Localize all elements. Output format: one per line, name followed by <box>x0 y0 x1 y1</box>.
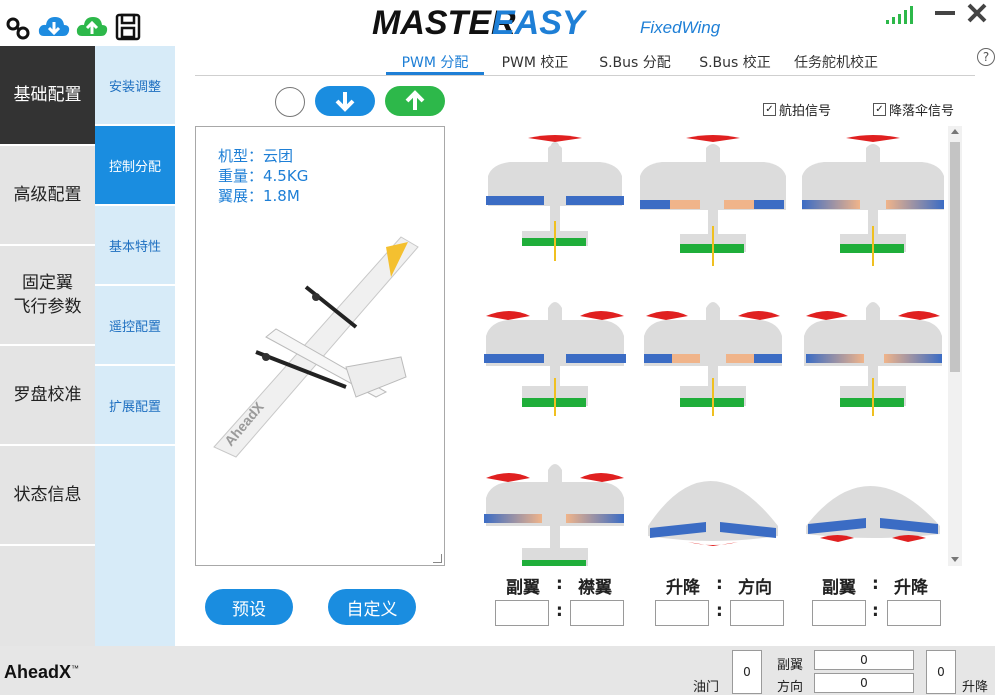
weight-label: 重量：4.5KG <box>218 167 309 185</box>
tab-servo-calibration[interactable]: 任务舵机校正 <box>790 52 882 74</box>
download-button[interactable] <box>315 86 375 116</box>
model-label: 机型：云团 <box>218 147 294 165</box>
cloud-upload-icon[interactable] <box>76 12 108 42</box>
brand-tm: ™ <box>71 664 80 673</box>
aircraft-panel: 机型：云团 重量：4.5KG 翼展：1.8M AheadX <box>195 126 445 566</box>
nav-item-advanced-config[interactable]: 高级配置 <box>0 146 95 246</box>
layout-option-2[interactable] <box>638 126 788 276</box>
left-nav: 基础配置 高级配置 固定翼 飞行参数 罗盘校准 状态信息 <box>0 46 95 646</box>
throttle-value: 0 <box>732 650 762 694</box>
checkbox-check-icon: ✓ <box>873 103 886 116</box>
resize-grip[interactable] <box>433 554 442 563</box>
tab-sbus-calibration[interactable]: S.Bus 校正 <box>692 52 778 74</box>
arrow-down-icon <box>335 92 355 112</box>
ratio2-left-input[interactable] <box>655 600 709 626</box>
nav-item-flight-params[interactable]: 固定翼 飞行参数 <box>0 246 95 346</box>
minimize-icon[interactable] <box>934 4 956 22</box>
layout-option-8[interactable] <box>638 456 788 566</box>
subnav-item-rc-config[interactable]: 遥控配置 <box>95 286 175 366</box>
sub-nav: 安装调整 控制分配 基本特性 遥控配置 扩展配置 <box>95 46 175 646</box>
save-icon[interactable] <box>114 12 144 42</box>
ratio3-left-label: 副翼 <box>822 578 856 598</box>
ratio2-input-colon: : <box>716 601 723 621</box>
subtitle-fixed: Fixed <box>640 18 682 37</box>
subtitle-wing: Wing <box>681 18 721 37</box>
subnav-item-basic-features[interactable]: 基本特性 <box>95 206 175 286</box>
title-easy: EASY <box>492 4 585 42</box>
tab-underline <box>195 75 975 76</box>
nav-item-basic-config[interactable]: 基础配置 <box>0 46 95 146</box>
rudder-label: 方向 <box>777 680 804 695</box>
ratio2-left-label: 升降 <box>666 578 700 598</box>
subnav-item-extended-config[interactable]: 扩展配置 <box>95 366 175 446</box>
aircraft-image: AheadX <box>213 236 419 458</box>
nav-item-status-info[interactable]: 状态信息 <box>0 446 95 546</box>
rudder-value: 0 <box>814 673 914 693</box>
aileron-value: 0 <box>814 650 914 670</box>
link-icon[interactable] <box>4 12 34 42</box>
ratio1-left-label: 副翼 <box>506 578 540 598</box>
signal-icon <box>884 6 916 24</box>
elevator-value: 0 <box>926 650 956 694</box>
ratio1-left-input[interactable] <box>495 600 549 626</box>
arrow-up-icon <box>405 90 425 110</box>
upload-button[interactable] <box>385 86 445 116</box>
tab-pwm-calibration[interactable]: PWM 校正 <box>492 52 578 74</box>
elevator-label: 升降 <box>962 680 989 695</box>
throttle-label: 油门 <box>693 680 720 695</box>
layout-option-7[interactable] <box>480 456 630 566</box>
tab-pwm-allocation[interactable]: PWM 分配 <box>386 52 484 75</box>
ratio3-colon: : <box>872 574 879 594</box>
close-icon[interactable] <box>966 2 988 24</box>
layout-option-5[interactable] <box>638 286 788 436</box>
subtitle: FixedWing <box>640 18 720 38</box>
layout-option-4[interactable] <box>480 286 630 436</box>
ratio2-right-input[interactable] <box>730 600 784 626</box>
tab-sbus-allocation[interactable]: S.Bus 分配 <box>592 52 678 74</box>
ratio3-right-label: 升降 <box>894 578 928 598</box>
aerial-signal-checkbox[interactable]: ✓ 航拍信号 <box>763 100 831 119</box>
layout-option-6[interactable] <box>798 286 946 436</box>
checkbox-check-icon: ✓ <box>763 103 776 116</box>
aerial-signal-label: 航拍信号 <box>779 104 832 119</box>
ratio2-right-label: 方向 <box>738 578 772 598</box>
scroll-down-icon[interactable] <box>951 557 959 562</box>
help-icon[interactable]: ? <box>977 48 995 66</box>
layout-option-3[interactable] <box>798 126 946 276</box>
ratio1-right-label: 襟翼 <box>578 578 612 598</box>
cloud-download-icon[interactable] <box>38 12 70 42</box>
aileron-label: 副翼 <box>777 658 804 673</box>
span-label: 翼展：1.8M <box>218 187 300 205</box>
ratio1-right-input[interactable] <box>570 600 624 626</box>
ratio3-right-input[interactable] <box>887 600 941 626</box>
parachute-signal-label: 降落伞信号 <box>889 104 955 119</box>
layout-option-9[interactable] <box>798 456 946 566</box>
layout-grid <box>480 126 946 566</box>
custom-button[interactable]: 自定义 <box>328 589 416 625</box>
brand-logo: AheadX™ <box>4 662 79 683</box>
scroll-thumb[interactable] <box>950 142 960 372</box>
subnav-item-install[interactable]: 安装调整 <box>95 46 175 126</box>
ratio3-input-colon: : <box>872 601 879 621</box>
ratio1-input-colon: : <box>556 601 563 621</box>
status-circle[interactable] <box>275 87 305 117</box>
ratio3-left-input[interactable] <box>812 600 866 626</box>
ratio1-colon: : <box>556 574 563 594</box>
parachute-signal-checkbox[interactable]: ✓ 降落伞信号 <box>873 100 954 119</box>
ratio2-colon: : <box>716 574 723 594</box>
nav-item-compass-calibration[interactable]: 罗盘校准 <box>0 346 95 446</box>
brand-name: AheadX <box>4 662 72 682</box>
scroll-up-icon[interactable] <box>951 129 959 134</box>
preset-button[interactable]: 预设 <box>205 589 293 625</box>
subnav-item-control-allocation[interactable]: 控制分配 <box>95 126 175 206</box>
layout-option-1[interactable] <box>480 126 630 276</box>
